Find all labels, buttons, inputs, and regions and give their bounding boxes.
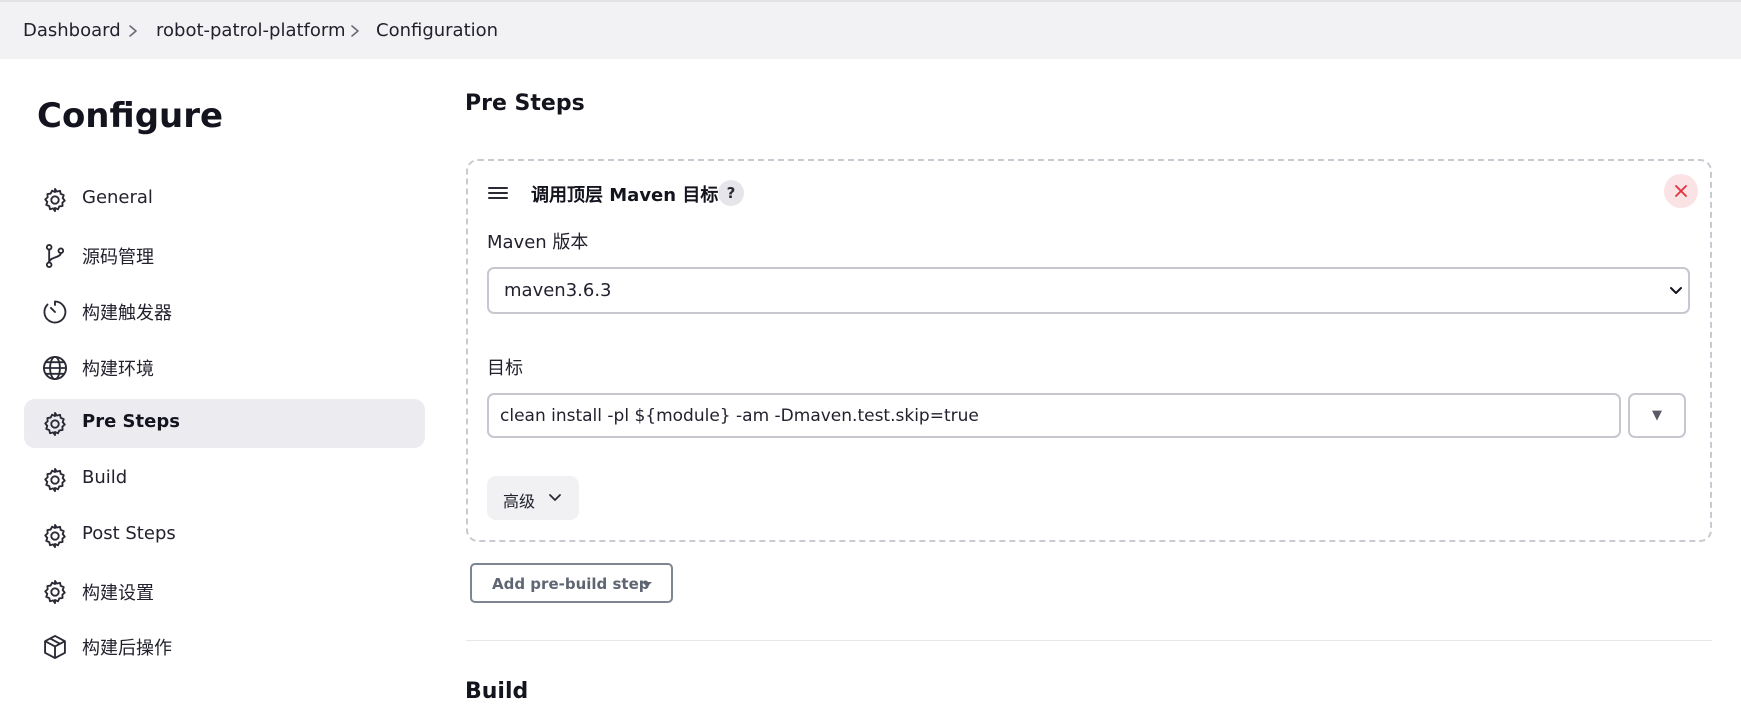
- goals-input[interactable]: [487, 393, 1621, 438]
- sidebar-item-label: 构建后操作: [82, 638, 172, 659]
- package-icon: [41, 633, 69, 661]
- sidebar-item-post-build-actions[interactable]: 构建后操作: [24, 622, 425, 671]
- sidebar-item-build-environment[interactable]: 构建环境: [24, 343, 425, 392]
- sidebar-item-label: 构建设置: [82, 583, 154, 604]
- breadcrumb-dashboard[interactable]: Dashboard: [23, 20, 121, 41]
- section-divider: [466, 640, 1712, 641]
- sidebar-item-build[interactable]: Build: [24, 455, 425, 504]
- timer-icon: [41, 298, 69, 326]
- goals-dropdown-button[interactable]: ▼: [1628, 393, 1686, 438]
- gear-icon: [41, 578, 69, 606]
- sidebar-item-label: 构建环境: [82, 359, 154, 380]
- sidebar-item-source-code[interactable]: 源码管理: [24, 231, 425, 280]
- advanced-label: 高级: [503, 492, 536, 511]
- sidebar-item-label: Build: [82, 467, 128, 488]
- sidebar-item-post-steps[interactable]: Post Steps: [24, 511, 425, 560]
- gear-icon: [41, 186, 69, 214]
- sidebar-item-build-settings[interactable]: 构建设置: [24, 567, 425, 616]
- goals-label: 目标: [487, 358, 523, 379]
- maven-version-value: maven3.6.3: [504, 280, 612, 301]
- globe-icon: [41, 354, 69, 382]
- maven-version-label: Maven 版本: [487, 232, 589, 253]
- breadcrumb: Dashboard robot-patrol-platform Configur…: [0, 0, 1741, 59]
- add-step-label: Add pre-build step: [492, 575, 650, 593]
- sidebar-item-label: Pre Steps: [82, 411, 180, 432]
- sidebar-item-label: Post Steps: [82, 523, 176, 544]
- sidebar-item-label: 源码管理: [82, 247, 154, 268]
- section-title-build: Build: [465, 679, 529, 704]
- sidebar-item-general[interactable]: General: [24, 175, 425, 224]
- build-step-card: [466, 159, 1712, 542]
- chevron-right-icon: [125, 21, 141, 41]
- section-title-pre-steps: Pre Steps: [465, 91, 585, 116]
- chevron-down-icon: [1668, 282, 1684, 302]
- sidebar-item-label: 构建触发器: [82, 303, 172, 324]
- close-icon[interactable]: [1664, 174, 1698, 208]
- gear-icon: [41, 410, 69, 438]
- drag-handle-icon[interactable]: [487, 183, 509, 203]
- sidebar-item-label: General: [82, 187, 153, 208]
- caret-down-icon: [642, 582, 652, 587]
- sidebar-item-pre-steps[interactable]: Pre Steps: [24, 399, 425, 448]
- sidebar-item-build-triggers[interactable]: 构建触发器: [24, 287, 425, 336]
- breadcrumb-configuration[interactable]: Configuration: [376, 20, 498, 41]
- add-pre-build-step-button[interactable]: Add pre-build step: [470, 563, 673, 603]
- page-title: Configure: [37, 96, 224, 136]
- chevron-down-icon: [547, 489, 563, 509]
- maven-version-select[interactable]: maven3.6.3: [487, 267, 1690, 314]
- help-icon[interactable]: ?: [718, 180, 744, 206]
- gear-icon: [41, 522, 69, 550]
- gear-icon: [41, 466, 69, 494]
- git-branch-icon: [41, 242, 69, 270]
- advanced-button[interactable]: 高级: [487, 476, 579, 520]
- step-title: 调用顶层 Maven 目标: [531, 185, 719, 206]
- breadcrumb-project[interactable]: robot-patrol-platform: [156, 20, 346, 41]
- chevron-right-icon: [347, 21, 363, 41]
